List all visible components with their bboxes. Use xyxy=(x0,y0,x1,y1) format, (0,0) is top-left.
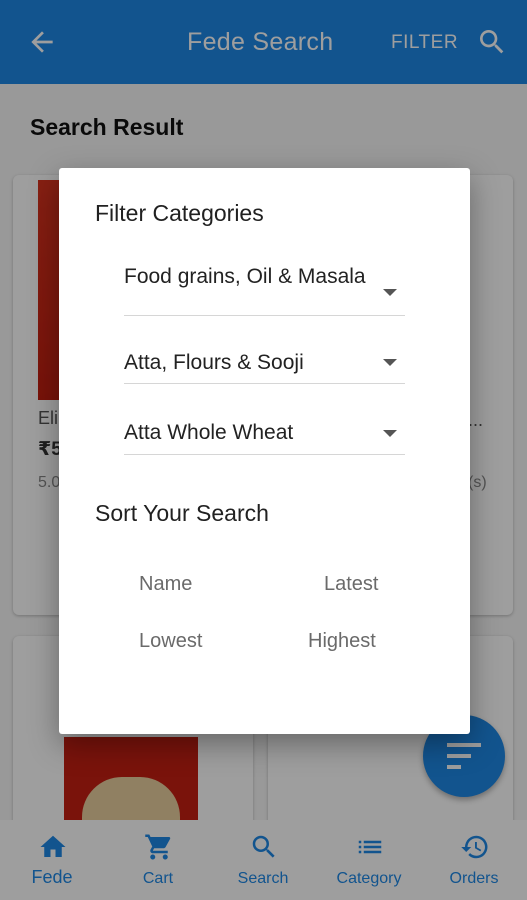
sort-option-name[interactable]: Name xyxy=(139,573,192,596)
dropdown-value: Atta, Flours & Sooji xyxy=(124,351,304,374)
category-dropdown-level3[interactable]: Atta Whole Wheat xyxy=(124,412,405,455)
sort-option-highest[interactable]: Highest xyxy=(308,630,376,653)
dropdown-value: Food grains, Oil & Masala xyxy=(124,265,366,288)
sort-option-lowest[interactable]: Lowest xyxy=(139,630,202,653)
caret-down-icon xyxy=(383,430,397,437)
category-dropdown-level1[interactable]: Food grains, Oil & Masala xyxy=(124,260,405,316)
dialog-title: Filter Categories xyxy=(95,200,264,226)
category-dropdown-level2[interactable]: Atta, Flours & Sooji xyxy=(124,341,405,384)
filter-dialog: Filter Categories Food grains, Oil & Mas… xyxy=(59,168,470,734)
caret-down-icon xyxy=(383,289,397,296)
dropdown-value: Atta Whole Wheat xyxy=(124,421,294,444)
caret-down-icon xyxy=(383,359,397,366)
sort-option-latest[interactable]: Latest xyxy=(324,573,378,596)
sort-title: Sort Your Search xyxy=(95,500,269,526)
